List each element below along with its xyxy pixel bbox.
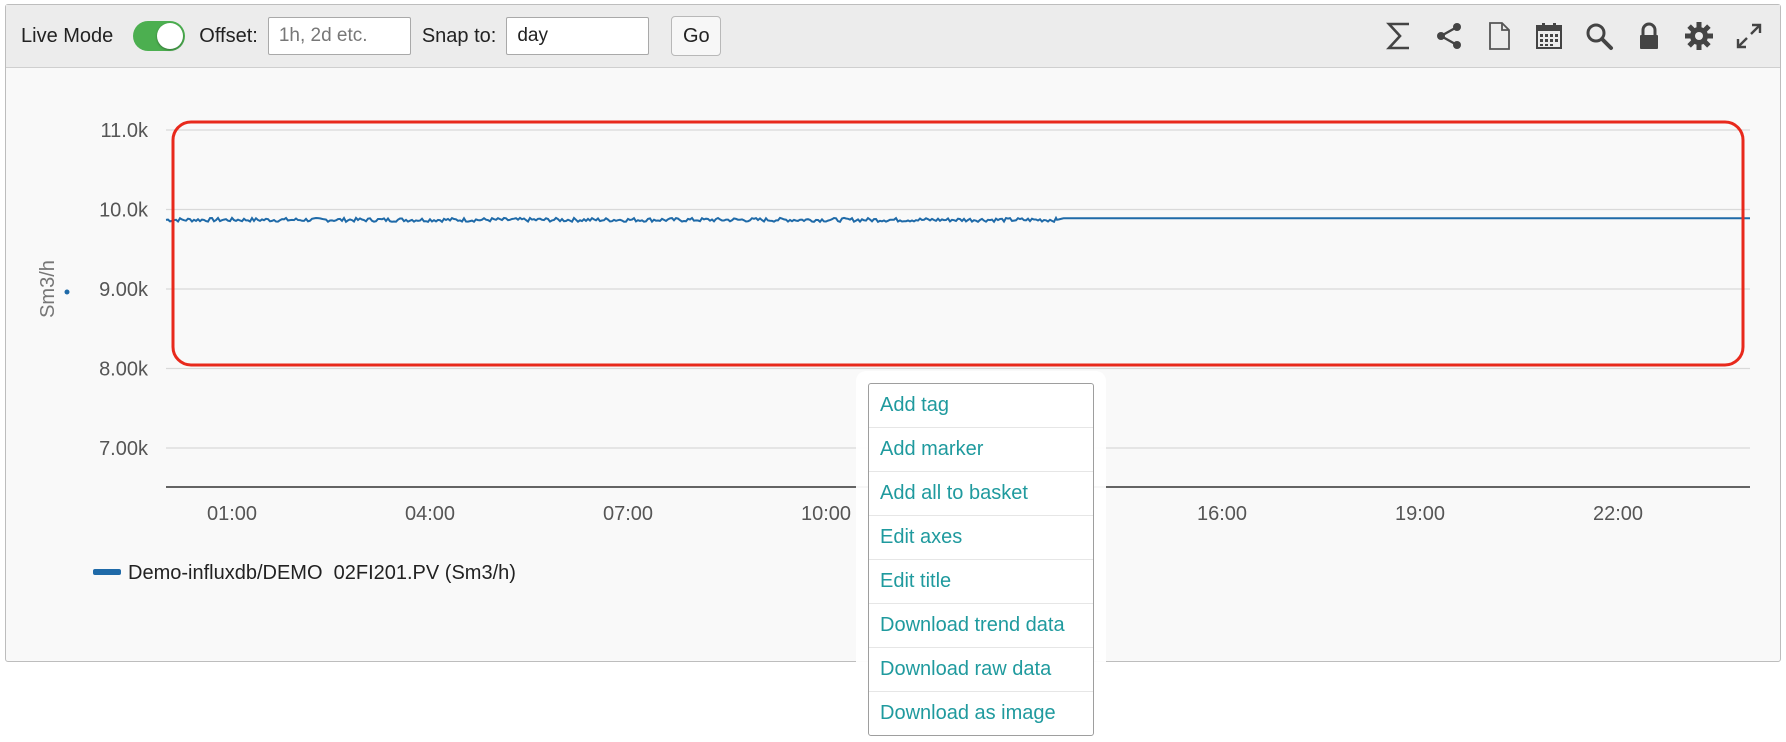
y-tick-label: 10.0k	[99, 200, 149, 222]
x-tick-label: 04:00	[405, 503, 455, 525]
y-axis-dot	[64, 289, 70, 295]
menu-item-edit-axes[interactable]: Edit axes	[869, 516, 1093, 560]
x-tick-label: 10:00	[801, 503, 851, 525]
menu-item-download-trend-data[interactable]: Download trend data	[869, 604, 1093, 648]
y-tick-label: 8.00k	[99, 359, 149, 381]
menu-item-add-tag[interactable]: Add tag	[869, 384, 1093, 428]
y-axis-label: Sm3/h	[37, 260, 59, 318]
y-tick-label: 7.00k	[99, 438, 149, 460]
x-tick-label: 22:00	[1593, 503, 1643, 525]
legend-label: Demo-influxdb/DEMO 02FI201.PV (Sm3/h)	[128, 562, 516, 584]
series-line[interactable]	[165, 215, 1750, 224]
series-layer	[165, 215, 1750, 224]
legend-item[interactable]: Demo-influxdb/DEMO 02FI201.PV (Sm3/h)	[93, 562, 516, 584]
legend-swatch	[93, 569, 121, 575]
menu-item-download-as-image[interactable]: Download as image	[869, 692, 1093, 735]
x-tick-label: 16:00	[1197, 503, 1247, 525]
y-tick-label: 9.00k	[99, 279, 149, 301]
menu-item-download-raw-data[interactable]: Download raw data	[869, 648, 1093, 692]
context-menu: Add tag Add marker Add all to basket Edi…	[868, 383, 1094, 736]
selection-highlight	[171, 120, 1745, 367]
menu-item-edit-title[interactable]: Edit title	[869, 560, 1093, 604]
x-tick-label: 19:00	[1395, 503, 1445, 525]
menu-item-add-all-to-basket[interactable]: Add all to basket	[869, 472, 1093, 516]
x-tick-label: 01:00	[207, 503, 257, 525]
y-axis-ticks: 11.0k 10.0k 9.00k 8.00k 7.00k	[99, 120, 149, 460]
x-tick-label: 07:00	[603, 503, 653, 525]
y-tick-label: 11.0k	[101, 120, 149, 142]
menu-item-add-marker[interactable]: Add marker	[869, 428, 1093, 472]
